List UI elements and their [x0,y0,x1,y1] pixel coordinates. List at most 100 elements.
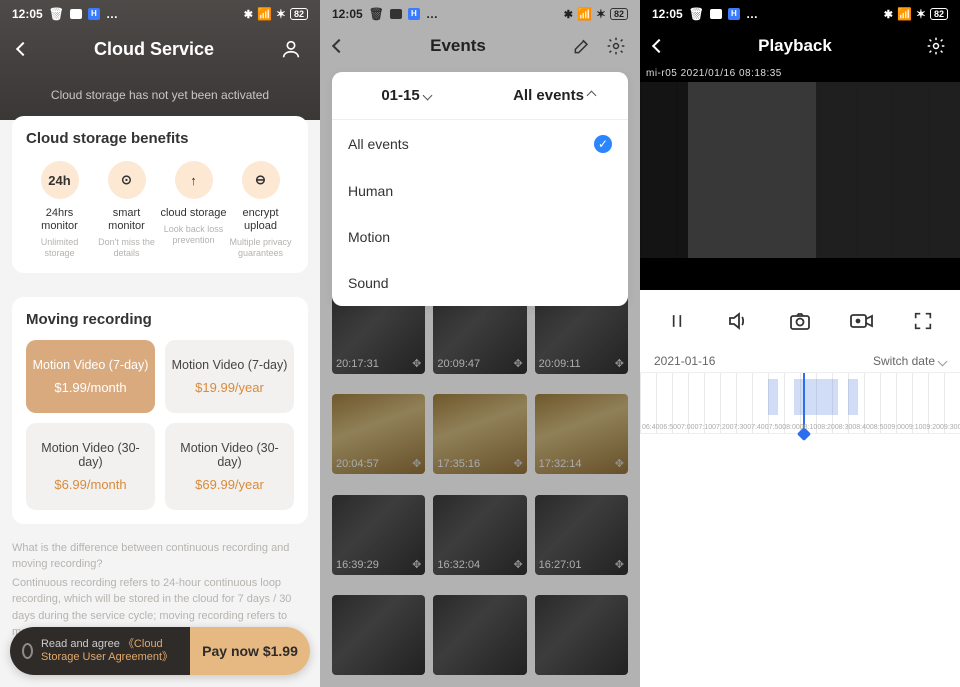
fullscreen-button[interactable] [910,308,936,334]
battery-icon: 82 [610,8,628,20]
volume-button[interactable] [725,308,751,334]
mail-icon [70,9,82,19]
filter-option[interactable]: Sound [332,260,628,306]
filter-dropdown: 01-15 All events All events ✓ Human Motion S… [332,72,628,306]
benefit-icon: ⊙ [108,161,146,199]
profile-icon[interactable] [280,38,302,60]
plan-price: $69.99/year [171,477,288,492]
settings-icon[interactable] [606,36,626,56]
app-h-badge: H [88,8,100,20]
tick-label: 08:10 [800,424,818,431]
timeline-segment [794,379,839,415]
benefit-title: smart monitor [93,207,160,233]
bluetooth-icon: ✱ [244,8,253,21]
app-h-badge: H [728,8,740,20]
battery-icon: 82 [930,8,948,20]
pay-button[interactable]: Pay now $1.99 [190,627,310,675]
type-filter[interactable]: All events [480,72,628,119]
benefit-icon: 24h [41,161,79,199]
plan-price: $6.99/month [32,477,149,492]
clock: 12:05 [332,7,363,21]
benefit-sub: Multiple privacy guarantees [227,237,294,259]
benefit-sub: Look back loss prevention [160,224,227,246]
tick-label: 08:40 [852,424,870,431]
pause-button[interactable] [664,308,690,334]
tick-label: 07:50 [765,424,783,431]
video-timestamp: mi-r05 2021/01/16 08:18:35 [646,68,782,79]
agree-checkbox[interactable] [22,643,33,659]
plan-option[interactable]: Motion Video (7-day) $19.99/year [165,340,294,413]
battery-icon: 82 [290,8,308,20]
page-title: Events [430,36,486,56]
activation-note: Cloud storage has not yet been activated [0,88,320,102]
back-icon[interactable] [332,39,346,53]
wifi-icon: ✶ [916,7,926,21]
moving-heading: Moving recording [26,311,294,328]
plans-card: Moving recording Motion Video (7-day) $1.… [12,297,308,524]
mail-icon [390,9,402,19]
mail-icon [710,9,722,19]
back-icon[interactable] [16,42,30,56]
tick-label: 09:00 [887,424,905,431]
benefit-title: encrypt upload [227,207,294,233]
switch-date-button[interactable]: Switch date [873,354,946,368]
edit-icon[interactable] [572,36,592,56]
plan-price: $1.99/month [32,380,149,395]
check-icon: ✓ [594,135,612,153]
video-content [640,82,960,258]
tick-label: 06:50 [660,424,678,431]
playback-date: 2021-01-16 [654,354,715,368]
benefit-icon: ↑ [175,161,213,199]
timeline-scrubber[interactable]: 06:4006:5007:0007:1007:2007:3007:4007:50… [640,372,960,434]
plan-title: Motion Video (30-day) [171,441,288,469]
wifi-icon: ✶ [276,7,286,21]
option-label: All events [348,136,409,152]
plan-option[interactable]: Motion Video (7-day) $1.99/month [26,340,155,413]
tick-label: 07:40 [747,424,765,431]
bluetooth-icon: ✱ [564,8,573,21]
phone-playback: 12:05 🗑 H … ✱ 📶 ✶ 82 Playback mi-r05 202… [640,0,960,687]
benefit-title: 24hrs monitor [26,207,93,233]
timeline-segment [848,379,858,415]
tick-label: 09:30 [940,424,958,431]
plan-title: Motion Video (7-day) [32,358,149,372]
tick-label: 08:50 [870,424,888,431]
back-icon[interactable] [652,39,666,53]
filter-option[interactable]: All events ✓ [332,120,628,168]
clock: 12:05 [12,7,43,21]
agree-section[interactable]: Read and agree 《Cloud Storage User Agree… [10,627,190,675]
trash-icon: 🗑 [689,7,704,21]
filter-option[interactable]: Human [332,168,628,214]
plan-title: Motion Video (7-day) [171,358,288,372]
plan-price: $19.99/year [171,380,288,395]
benefit-icon: ⊖ [242,161,280,199]
option-label: Sound [348,275,388,291]
video-frame[interactable]: mi-r05 2021/01/16 08:18:35 [640,64,960,290]
filter-option[interactable]: Motion [332,214,628,260]
phone-events: 20:38:09✥20:35:08✥20:32:05✥20:28:40✥20:2… [320,0,640,687]
tick-label: 07:20 [712,424,730,431]
option-label: Human [348,183,393,199]
snapshot-button[interactable] [787,308,813,334]
timeline-segment [768,379,778,415]
date-filter[interactable]: 01-15 [332,72,480,119]
trash-icon: 🗑 [49,7,64,21]
plan-option[interactable]: Motion Video (30-day)$6.99/month [26,423,155,510]
page-title: Playback [758,36,832,56]
benefit-sub: Don't miss the details [93,237,160,259]
plan-option[interactable]: Motion Video (30-day) $69.99/year [165,423,294,510]
option-label: Motion [348,229,390,245]
tick-label: 06:40 [642,424,660,431]
settings-icon[interactable] [926,36,946,56]
wifi-icon: ✶ [596,7,606,21]
benefit-item: 24h 24hrs monitor Unlimited storage [26,161,93,259]
signal-icon: 📶 [257,7,272,21]
signal-icon: 📶 [577,7,592,21]
tick-label: 08:30 [835,424,853,431]
pay-bar: Read and agree 《Cloud Storage User Agree… [10,627,310,675]
status-bar: 12:05 🗑 H … ✱ 📶 ✶ 82 [320,0,640,28]
record-button[interactable] [849,308,875,334]
trash-icon: 🗑 [369,7,384,21]
benefit-sub: Unlimited storage [26,237,93,259]
tick-label: 09:20 [923,424,941,431]
